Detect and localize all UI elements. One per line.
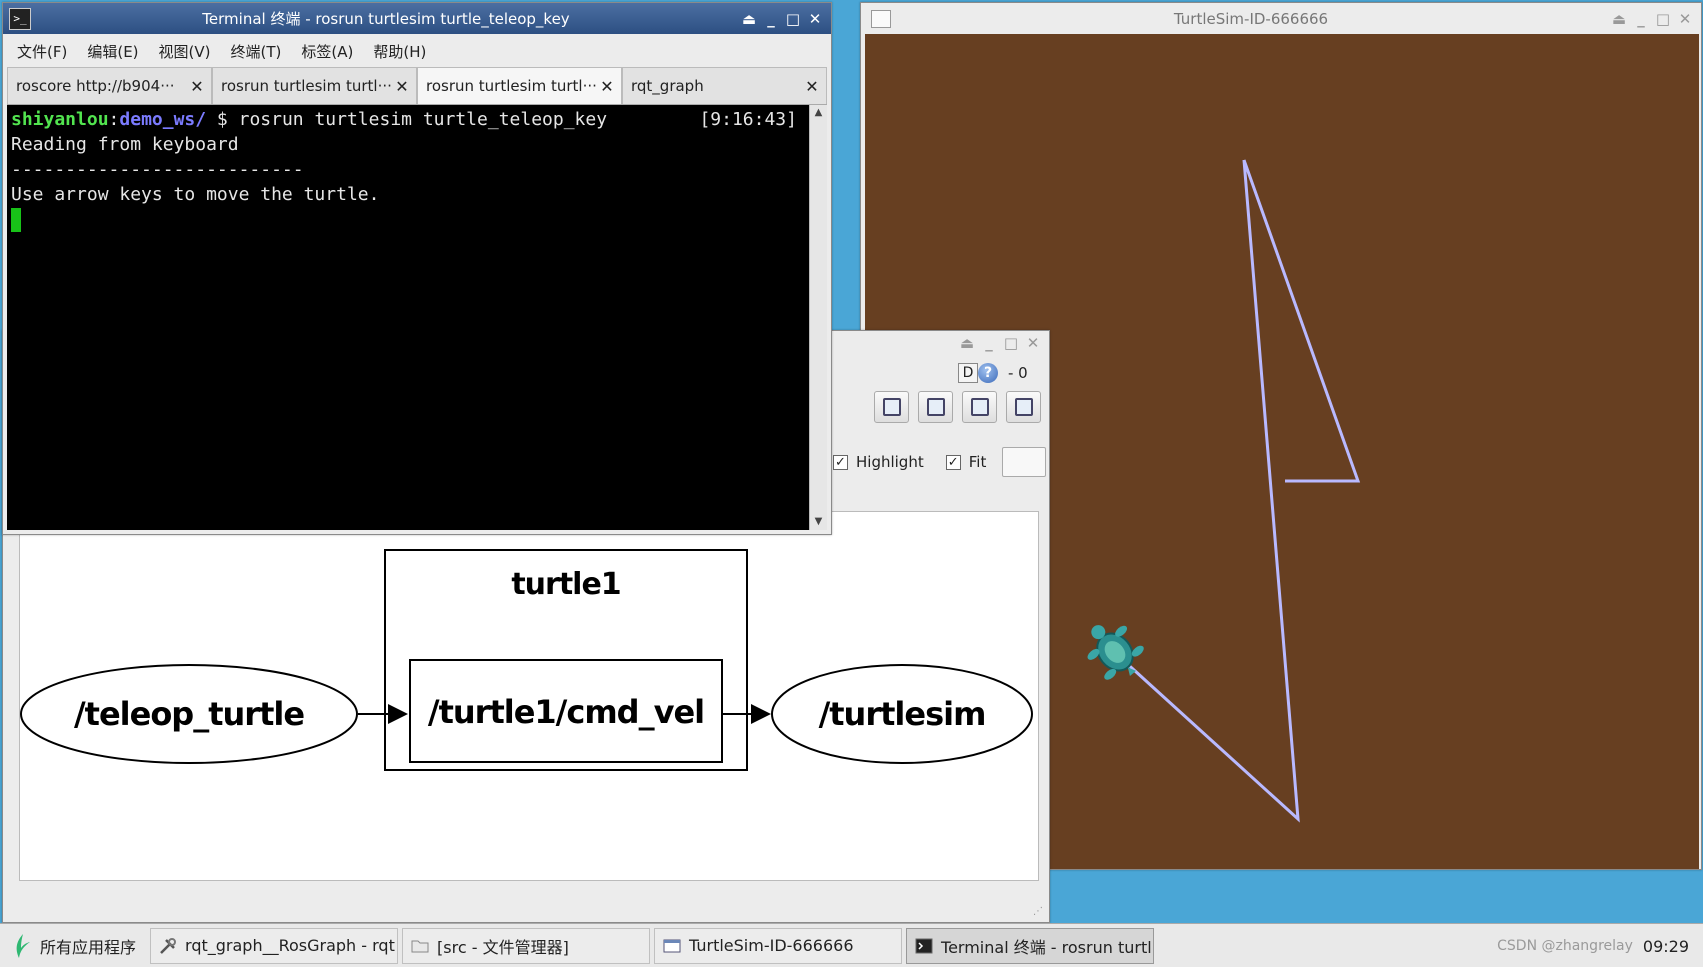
taskbar-item-label: Terminal 终端 - rosrun turtl··· — [941, 937, 1155, 957]
taskbar-item-terminal[interactable]: Terminal 终端 - rosrun turtl··· — [906, 927, 1155, 964]
close-icon[interactable]: ✕ — [1025, 335, 1041, 351]
tab-label: rosrun turtlesim turtl··· — [426, 77, 597, 95]
menu-view[interactable]: 视图(V) — [159, 41, 211, 62]
highlight-checkbox[interactable]: ✓ — [833, 454, 848, 470]
terminal-titlebar[interactable]: >_ Terminal 终端 - rosrun turtlesim turtle… — [3, 3, 831, 34]
tab-close-icon[interactable]: ✕ — [189, 77, 205, 96]
resize-grip[interactable]: ⋰ — [1033, 906, 1045, 918]
load-icon — [882, 398, 901, 416]
prompt-line: shiyanlou:demo_ws/ $ rosrun turtlesim tu… — [11, 107, 805, 132]
trail-segment-upper — [1242, 159, 1361, 483]
ros-graph-canvas[interactable]: /teleop_turtle turtle1 /turtle1/cmd_vel … — [19, 511, 1039, 881]
applications-menu-label: 所有应用程序 — [40, 937, 137, 957]
node-label: /turtlesim — [819, 695, 986, 733]
trail-segment-lower — [1121, 159, 1300, 823]
fit-checkbox[interactable]: ✓ — [945, 454, 961, 470]
taskbar: 所有应用程序 rqt_graph__RosGraph - rqt [src - … — [0, 923, 1703, 967]
minimize-icon[interactable]: _ — [1633, 11, 1649, 27]
scroll-up-icon[interactable]: ▲ — [810, 105, 827, 121]
minimize-icon[interactable]: _ — [763, 11, 779, 27]
terminal-app-icon: >_ — [9, 7, 31, 30]
save-image-button[interactable] — [1006, 391, 1041, 423]
taskbar-item-label: [src - 文件管理器] — [437, 937, 569, 957]
load-dot-button[interactable] — [874, 391, 909, 423]
taskbar-item-rqt[interactable]: rqt_graph__RosGraph - rqt — [150, 927, 399, 964]
close-icon[interactable]: ✕ — [1677, 11, 1693, 27]
tools-icon — [160, 937, 177, 954]
scroll-down-icon[interactable]: ▼ — [810, 514, 827, 530]
taskbar-item-label: rqt_graph__RosGraph - rqt — [185, 936, 395, 955]
terminal-window[interactable]: >_ Terminal 终端 - rosrun turtlesim turtle… — [2, 2, 832, 535]
graph-node-turtlesim[interactable]: /turtlesim — [771, 664, 1033, 764]
output-line: Reading from keyboard — [11, 134, 239, 155]
maximize-icon[interactable]: □ — [1003, 335, 1019, 351]
terminal-tabbar: roscore http://b904··· ✕ rosrun turtlesi… — [7, 67, 827, 105]
save-dot-icon — [926, 398, 945, 416]
tab-close-icon[interactable]: ✕ — [599, 77, 615, 96]
watermark: CSDN @zhangrelay — [1497, 938, 1633, 954]
terminal-title: Terminal 终端 - rosrun turtlesim turtle_te… — [202, 10, 570, 28]
turtlesim-titlebar[interactable]: TurtleSim-ID-666666 ⏏ _ □ ✕ — [861, 3, 1701, 34]
help-icon[interactable]: ? — [978, 363, 998, 383]
shade-icon[interactable]: ⏏ — [959, 335, 975, 351]
terminal-scrollbar[interactable]: ▲ ▼ — [809, 105, 827, 530]
cursor-line — [11, 207, 805, 232]
minimize-icon[interactable]: _ — [981, 335, 997, 351]
topic-label: /turtle1/cmd_vel — [428, 693, 704, 731]
menu-file[interactable]: 文件(F) — [17, 41, 67, 62]
menu-edit[interactable]: 编辑(E) — [87, 41, 138, 62]
menu-terminal[interactable]: 终端(T) — [231, 41, 282, 62]
window-app-icon — [871, 9, 891, 28]
terminal-output[interactable]: shiyanlou:demo_ws/ $ rosrun turtlesim tu… — [7, 105, 809, 530]
turtlesim-title: TurtleSim-ID-666666 — [1173, 9, 1329, 28]
tab-teleop-key[interactable]: rosrun turtlesim turtl··· ✕ — [417, 67, 622, 104]
tab-label: rqt_graph — [631, 77, 704, 95]
highlight-label: Highlight — [856, 453, 924, 471]
output-line: --------------------------- — [11, 159, 304, 180]
graph-node-teleop-turtle[interactable]: /teleop_turtle — [20, 664, 358, 764]
fit-label: Fit — [968, 453, 987, 471]
save-svg-button[interactable] — [962, 391, 997, 423]
prompt-user: shiyanlou — [11, 109, 109, 130]
tab-label: roscore http://b904··· — [16, 77, 175, 95]
deepin-logo-icon — [16, 933, 30, 958]
menu-help[interactable]: 帮助(H) — [373, 41, 426, 62]
maximize-icon[interactable]: □ — [785, 11, 801, 27]
window-icon — [663, 939, 681, 952]
maximize-icon[interactable]: □ — [1655, 11, 1671, 27]
fit-in-view-button[interactable] — [1002, 447, 1047, 477]
prompt-path: demo_ws/ — [119, 109, 207, 130]
close-icon[interactable]: ✕ — [807, 11, 823, 27]
shade-icon[interactable]: ⏏ — [1611, 11, 1627, 27]
d-button[interactable]: D — [958, 363, 978, 383]
menu-tabs[interactable]: 标签(A) — [301, 41, 353, 62]
tab-turtlesim-node[interactable]: rosrun turtlesim turtl··· ✕ — [212, 67, 417, 104]
shade-icon[interactable]: ⏏ — [741, 11, 757, 27]
save-svg-icon — [970, 398, 989, 416]
folder-icon — [411, 940, 429, 952]
prompt-command: $ rosrun turtlesim turtle_teleop_key — [206, 109, 608, 130]
tab-roscore[interactable]: roscore http://b904··· ✕ — [7, 67, 212, 104]
prompt-separator: : — [108, 109, 120, 130]
output-line: Use arrow keys to move the turtle. — [11, 184, 380, 205]
graph-topic-cmd-vel[interactable]: /turtle1/cmd_vel — [409, 659, 723, 763]
tab-close-icon[interactable]: ✕ — [394, 77, 410, 96]
clock[interactable]: 09:29 — [1643, 937, 1689, 956]
applications-menu-button[interactable]: 所有应用程序 — [6, 928, 146, 964]
node-label: /teleop_turtle — [74, 695, 304, 733]
tab-close-icon[interactable]: ✕ — [804, 77, 820, 96]
taskbar-item-file-manager[interactable]: [src - 文件管理器] — [402, 927, 651, 964]
tab-label: rosrun turtlesim turtl··· — [221, 77, 392, 95]
terminal-icon — [915, 938, 933, 953]
terminal-menubar: 文件(F) 编辑(E) 视图(V) 终端(T) 标签(A) 帮助(H) — [3, 36, 831, 66]
text-cursor — [11, 208, 21, 232]
prompt-time: [9:16:43] — [699, 109, 797, 130]
namespace-label: turtle1 — [511, 567, 620, 602]
tab-rqt-graph[interactable]: rqt_graph ✕ — [622, 67, 827, 104]
plugin-counter: - 0 — [1008, 364, 1028, 382]
save-dot-button[interactable] — [918, 391, 953, 423]
taskbar-item-label: TurtleSim-ID-666666 — [689, 936, 854, 955]
taskbar-item-turtlesim[interactable]: TurtleSim-ID-666666 — [654, 927, 903, 964]
image-icon — [1014, 398, 1033, 416]
